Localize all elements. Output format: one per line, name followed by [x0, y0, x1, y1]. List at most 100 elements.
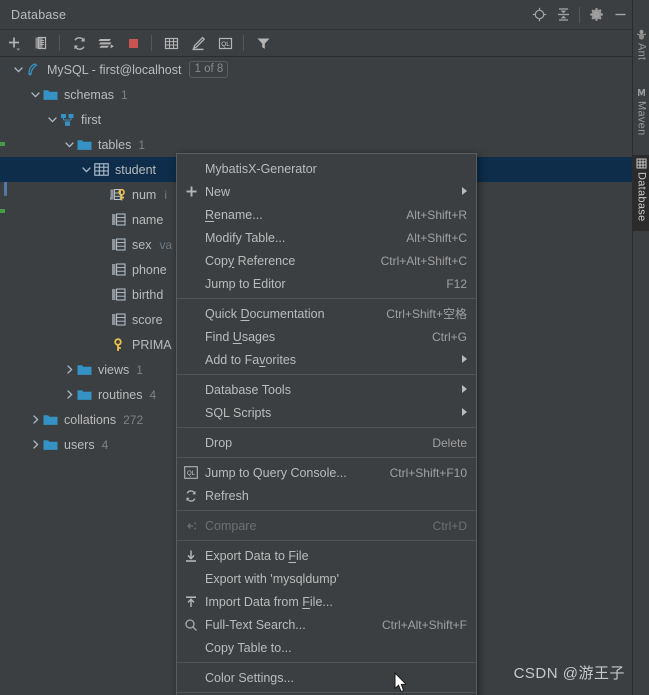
menu-item-drop[interactable]: Drop Delete [177, 431, 476, 454]
submenu-arrow-icon [461, 354, 468, 366]
menu-item-sql-scripts[interactable]: SQL Scripts [177, 401, 476, 424]
chevron-down-icon[interactable] [11, 63, 25, 77]
menu-item-label: Copy Reference [205, 253, 296, 268]
tree-no-arrow [96, 288, 110, 302]
schema-icon [59, 112, 76, 128]
menu-item-label: Color Settings... [205, 670, 294, 685]
tree-row-first[interactable]: first [0, 107, 632, 132]
tree-row-label: users [64, 437, 95, 452]
tree-row-label: score [132, 312, 163, 327]
chevron-right-icon[interactable] [62, 388, 76, 402]
folder-icon [42, 87, 59, 103]
tree-row-count: 1 [138, 137, 146, 152]
tree-no-arrow [96, 213, 110, 227]
folder-icon [76, 362, 93, 378]
add-icon[interactable] [2, 31, 27, 56]
chevron-down-icon[interactable] [28, 88, 42, 102]
submenu-arrow-icon [461, 407, 468, 419]
menu-item-quick-documentation[interactable]: Quick Documentation Ctrl+Shift+空格 [177, 302, 476, 325]
tree-row-count: 4 [149, 387, 157, 402]
menu-item-add-to-favorites[interactable]: Add to Favorites [177, 348, 476, 371]
locate-icon[interactable] [527, 3, 551, 27]
tree-row-count: 1 [121, 87, 128, 102]
menu-item-modify-table[interactable]: Modify Table... Alt+Shift+C [177, 226, 476, 249]
menu-item-shortcut: Ctrl+Shift+空格 [386, 307, 467, 321]
collapse-all-icon[interactable] [551, 3, 575, 27]
menu-item-refresh[interactable]: Refresh [177, 484, 476, 507]
chevron-right-icon[interactable] [28, 413, 42, 427]
chevron-right-icon[interactable] [62, 363, 76, 377]
folder-icon [76, 137, 93, 153]
menu-item-export-data-to-file[interactable]: Export Data to File [177, 544, 476, 567]
tree-row-label: sex [132, 237, 152, 252]
svg-text:QL: QL [187, 471, 196, 477]
menu-item-compare: Compare Ctrl+D [177, 514, 476, 537]
menu-separator [177, 457, 476, 458]
tree-row-label: phone [132, 262, 167, 277]
watermark: CSDN @游王子 [513, 665, 625, 682]
menu-item-label: Refresh [205, 488, 249, 503]
export-icon [177, 549, 205, 563]
tree-row-count: 1 [136, 362, 143, 377]
table-editor-icon[interactable] [159, 31, 184, 56]
menu-item-database-tools[interactable]: Database Tools [177, 378, 476, 401]
tab-database-label: Database [635, 172, 648, 222]
modify-icon[interactable] [186, 31, 211, 56]
menu-item-shortcut: Delete [432, 435, 467, 450]
menu-item-jump-to-editor[interactable]: Jump to Editor F12 [177, 272, 476, 295]
refresh-icon[interactable] [67, 31, 92, 56]
chevron-down-icon[interactable] [62, 138, 76, 152]
menu-item-shortcut: Ctrl+D [432, 518, 467, 533]
menu-item-mybatisx-generator[interactable]: MybatisX-Generator [177, 157, 476, 180]
run-script-icon[interactable] [94, 31, 119, 56]
menu-item-color-settings[interactable]: Color Settings... [177, 666, 476, 689]
menu-item-label: SQL Scripts [205, 405, 272, 420]
menu-item-shortcut: Alt+Shift+R [406, 207, 467, 222]
chevron-down-icon[interactable] [79, 163, 93, 177]
menu-item-new[interactable]: New [177, 180, 476, 203]
menu-item-jump-to-query-console[interactable]: QL Jump to Query Console... Ctrl+Shift+F10 [177, 461, 476, 484]
menu-item-copy-table-to[interactable]: Copy Table to... [177, 636, 476, 659]
key-icon [110, 337, 127, 353]
table-context-menu[interactable]: MybatisX-Generator New Rename... Alt+Shift+… [176, 153, 477, 695]
tree-row-label: schemas [64, 87, 115, 102]
minimize-icon[interactable] [608, 3, 632, 27]
column-icon [110, 237, 127, 253]
menu-item-shortcut: Alt+Shift+C [406, 230, 467, 245]
tab-maven[interactable]: Maven [633, 84, 649, 146]
stop-icon[interactable] [121, 31, 146, 56]
tree-no-arrow [96, 338, 110, 352]
tree-row-label: collations [64, 412, 117, 427]
chevron-right-icon[interactable] [28, 438, 42, 452]
tree-row-schemas[interactable]: schemas 1 [0, 82, 632, 107]
menu-item-label: New [205, 184, 231, 199]
tree-row-mysql-root[interactable]: MySQL - first@localhost 1 of 8 [0, 57, 632, 82]
menu-item-shortcut: Ctrl+Alt+Shift+F [381, 617, 467, 632]
tool-window-stripe: Ant Maven Database [632, 0, 649, 695]
tree-row-label: student [115, 162, 157, 177]
filter-icon[interactable] [251, 31, 276, 56]
submenu-arrow-icon [461, 384, 468, 396]
menu-item-find-usages[interactable]: Find Usages Ctrl+G [177, 325, 476, 348]
menu-item-full-text-search[interactable]: Full-Text Search... Ctrl+Alt+Shift+F [177, 613, 476, 636]
menu-item-rename[interactable]: Rename... Alt+Shift+R [177, 203, 476, 226]
menu-item-import-data-from-file[interactable]: Import Data from File... [177, 590, 476, 613]
tree-row-count: 4 [101, 437, 109, 452]
toolbar-divider-2 [151, 35, 152, 51]
folder-icon [42, 437, 59, 453]
query-console-icon[interactable]: QL [213, 31, 238, 56]
menu-separator [177, 374, 476, 375]
menu-item-export-with-mysqldump[interactable]: Export with 'mysqldump' [177, 567, 476, 590]
duplicate-icon[interactable] [29, 31, 54, 56]
menu-item-copy-reference[interactable]: Copy Reference Ctrl+Alt+Shift+C [177, 249, 476, 272]
gear-icon[interactable] [584, 3, 608, 27]
chevron-down-icon[interactable] [45, 113, 59, 127]
tree-row-type: i [164, 187, 167, 202]
column-icon [110, 287, 127, 303]
tab-ant[interactable]: Ant [633, 26, 649, 68]
search-icon [177, 618, 205, 632]
tree-no-arrow [96, 313, 110, 327]
tab-database[interactable]: Database [633, 155, 649, 231]
tree-row-label: routines [98, 387, 143, 402]
menu-item-label: Full-Text Search... [205, 617, 306, 632]
